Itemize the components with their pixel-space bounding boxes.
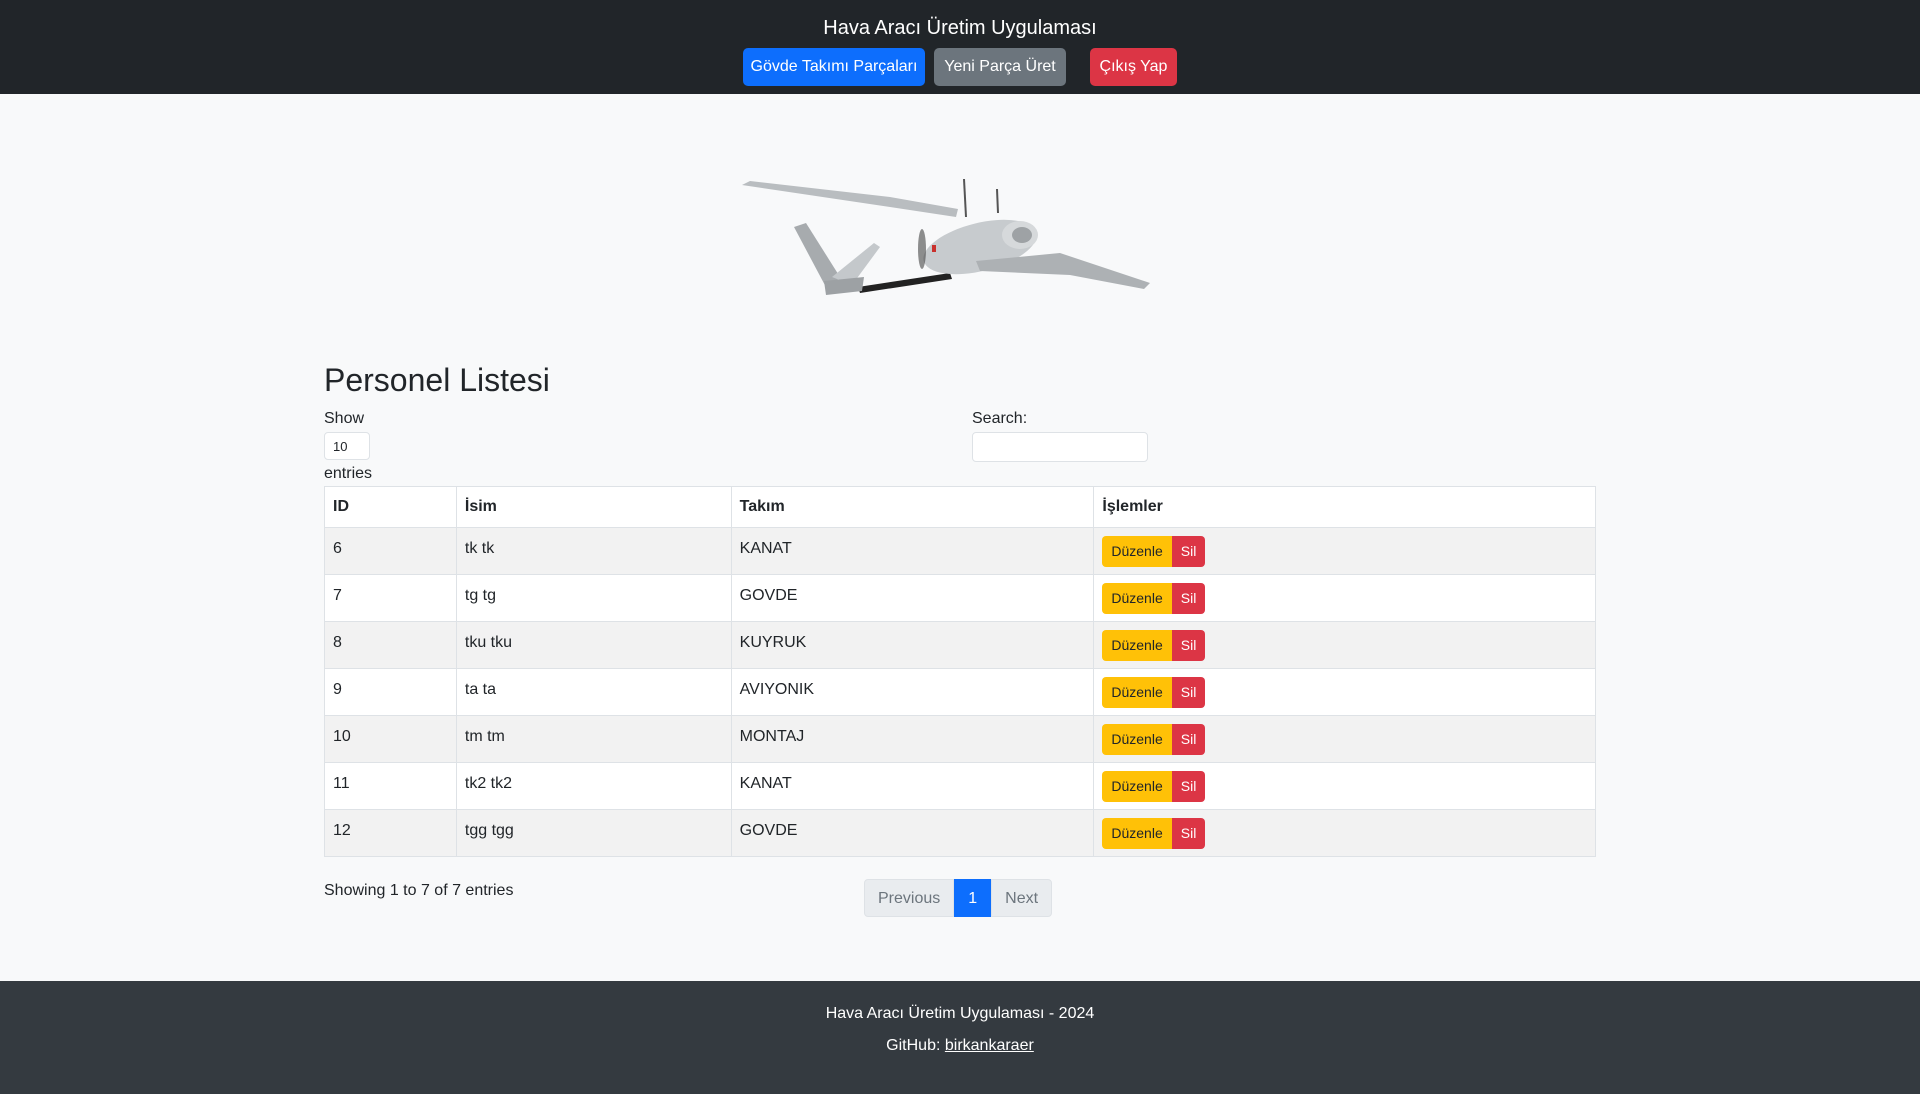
delete-button[interactable]: Sil xyxy=(1171,630,1206,661)
edit-button[interactable]: Düzenle xyxy=(1102,818,1172,849)
body-parts-button[interactable]: Gövde Takımı Parçaları xyxy=(743,48,925,86)
navbar: Hava Aracı Üretim Uygulaması Gövde Takım… xyxy=(0,0,1920,94)
footer: Hava Aracı Üretim Uygulaması - 2024 GitH… xyxy=(0,981,1920,1094)
cell-name: tm tm xyxy=(455,715,732,763)
table-row: 11 tk2 tk2 KANAT Düzenle Sil xyxy=(324,762,1596,810)
cell-actions: Düzenle Sil xyxy=(1093,621,1596,669)
cell-id: 7 xyxy=(324,574,457,622)
cell-team: GOVDE xyxy=(730,809,1095,857)
cell-team: AVIYONIK xyxy=(730,668,1095,716)
github-link[interactable]: birkankaraer xyxy=(945,1037,1034,1054)
pagination-previous[interactable]: Previous xyxy=(864,879,955,917)
cell-name: tk tk xyxy=(455,527,732,575)
cell-team: KANAT xyxy=(730,527,1095,575)
table-row: 9 ta ta AVIYONIK Düzenle Sil xyxy=(324,668,1596,716)
delete-button[interactable]: Sil xyxy=(1171,677,1206,708)
entries-label: entries xyxy=(324,465,373,482)
table-row: 7 tg tg GOVDE Düzenle Sil xyxy=(324,574,1596,622)
cell-team: GOVDE xyxy=(730,574,1095,622)
search-input[interactable] xyxy=(972,432,1148,462)
cell-name: ta ta xyxy=(455,668,732,716)
cell-actions: Düzenle Sil xyxy=(1093,762,1596,810)
footer-copyright: Hava Aracı Üretim Uygulaması - 2024 xyxy=(825,1005,1095,1022)
cell-name: tku tku xyxy=(455,621,732,669)
cell-name: tgg tgg xyxy=(455,809,732,857)
edit-button[interactable]: Düzenle xyxy=(1102,771,1172,802)
cell-actions: Düzenle Sil xyxy=(1093,668,1596,716)
produce-part-button[interactable]: Yeni Parça Üret xyxy=(934,48,1066,86)
cell-id: 9 xyxy=(324,668,457,716)
pagination: Previous 1 Next xyxy=(864,879,1053,917)
table-row: 8 tku tku KUYRUK Düzenle Sil xyxy=(324,621,1596,669)
pagination-page-1[interactable]: 1 xyxy=(954,879,992,917)
footer-github: GitHub: birkankaraer xyxy=(0,1037,1920,1055)
column-header-id[interactable]: ID xyxy=(324,486,457,528)
cell-id: 12 xyxy=(324,809,457,857)
cell-actions: Düzenle Sil xyxy=(1093,809,1596,857)
column-header-team[interactable]: Takım xyxy=(730,486,1095,528)
cell-team: MONTAJ xyxy=(730,715,1095,763)
github-label: GitHub: xyxy=(886,1037,941,1054)
uav-drone-image xyxy=(742,178,1150,295)
cell-name: tg tg xyxy=(455,574,732,622)
edit-button[interactable]: Düzenle xyxy=(1102,583,1172,614)
delete-button[interactable]: Sil xyxy=(1171,583,1206,614)
pagination-next[interactable]: Next xyxy=(991,879,1053,917)
cell-team: KANAT xyxy=(730,762,1095,810)
entries-length-select[interactable]: 10 xyxy=(324,432,370,460)
cell-team: KUYRUK xyxy=(730,621,1095,669)
table-row: 10 tm tm MONTAJ Düzenle Sil xyxy=(324,715,1596,763)
delete-button[interactable]: Sil xyxy=(1171,771,1206,802)
cell-id: 10 xyxy=(324,715,457,763)
cell-name: tk2 tk2 xyxy=(455,762,732,810)
table-header-row: ID İsim Takım İşlemler xyxy=(324,486,1596,528)
column-header-actions: İşlemler xyxy=(1093,486,1596,528)
search-label: Search: xyxy=(972,410,1028,427)
table-row: 12 tgg tgg GOVDE Düzenle Sil xyxy=(324,809,1596,857)
table-row: 6 tk tk KANAT Düzenle Sil xyxy=(324,527,1596,575)
column-header-name[interactable]: İsim xyxy=(455,486,732,528)
show-label: Show xyxy=(324,410,365,427)
cell-id: 6 xyxy=(324,527,457,575)
edit-button[interactable]: Düzenle xyxy=(1102,677,1172,708)
cell-id: 11 xyxy=(324,762,457,810)
cell-id: 8 xyxy=(324,621,457,669)
cell-actions: Düzenle Sil xyxy=(1093,527,1596,575)
page-title: Personel Listesi xyxy=(324,362,550,398)
cell-actions: Düzenle Sil xyxy=(1093,715,1596,763)
delete-button[interactable]: Sil xyxy=(1171,536,1206,567)
delete-button[interactable]: Sil xyxy=(1171,724,1206,755)
edit-button[interactable]: Düzenle xyxy=(1102,536,1172,567)
table-info: Showing 1 to 7 of 7 entries xyxy=(324,882,514,899)
personnel-table: ID İsim Takım İşlemler 6 tk tk KANAT Düz… xyxy=(324,486,1596,857)
logout-button[interactable]: Çıkış Yap xyxy=(1090,48,1177,86)
app-title: Hava Aracı Üretim Uygulaması xyxy=(823,17,1097,39)
cell-actions: Düzenle Sil xyxy=(1093,574,1596,622)
delete-button[interactable]: Sil xyxy=(1171,818,1206,849)
edit-button[interactable]: Düzenle xyxy=(1102,630,1172,661)
edit-button[interactable]: Düzenle xyxy=(1102,724,1172,755)
